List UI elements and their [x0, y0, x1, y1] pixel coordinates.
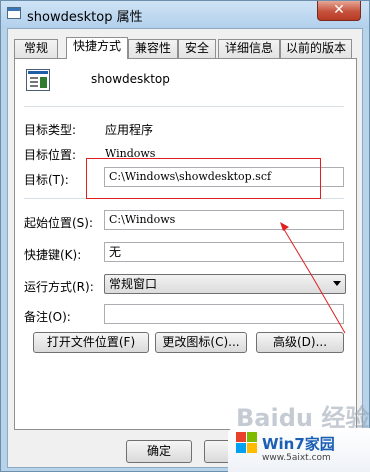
site-url: www.5aixt.com: [262, 453, 331, 463]
tab-shortcut[interactable]: 快捷方式: [66, 37, 128, 59]
windows-logo-icon: [236, 432, 258, 454]
site-name: Win7家园: [262, 435, 335, 453]
ok-button[interactable]: 确定: [126, 440, 192, 463]
